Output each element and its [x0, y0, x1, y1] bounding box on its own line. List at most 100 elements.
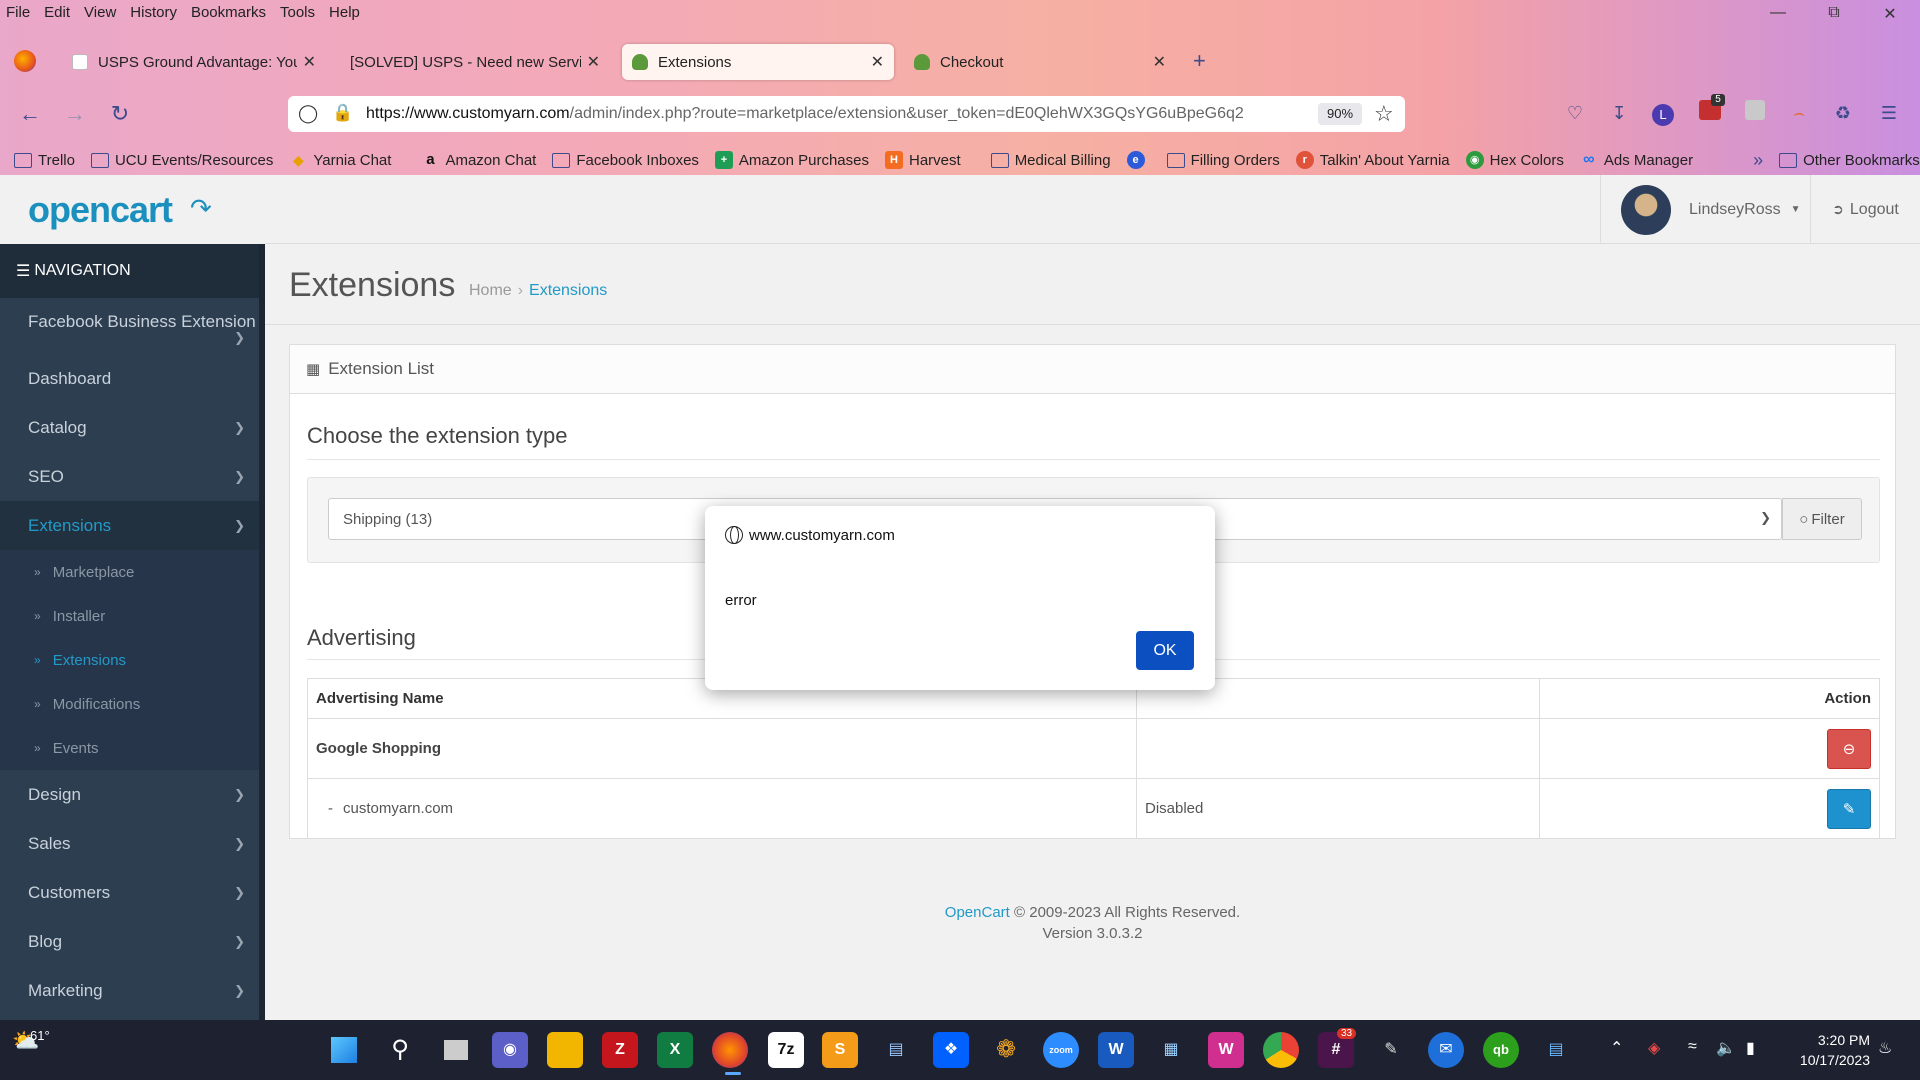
- shield-icon[interactable]: ◯: [298, 103, 318, 124]
- wamp-icon[interactable]: W: [1208, 1032, 1244, 1068]
- sidebar-item-catalog[interactable]: Catalog ❯: [0, 403, 265, 452]
- download-icon[interactable]: ↧: [1606, 100, 1632, 126]
- zoom-icon[interactable]: zoom: [1043, 1032, 1079, 1068]
- bookmark-ucu[interactable]: UCU Events/Resources: [90, 152, 273, 169]
- opencart-logo[interactable]: opencart ↷: [0, 175, 265, 244]
- url-text[interactable]: https://www.customyarn.com/admin/index.p…: [366, 105, 1306, 123]
- sidebar-sub-extensions[interactable]: » Extensions: [0, 638, 265, 682]
- clock[interactable]: 3:20 PM 10/17/2023: [1770, 1030, 1870, 1070]
- speaker-icon[interactable]: 🔈: [1716, 1038, 1736, 1058]
- sidebar-item-dashboard[interactable]: Dashboard: [0, 354, 265, 403]
- wifi-icon[interactable]: ≈: [1688, 1038, 1697, 1056]
- extension-gray-icon[interactable]: [1742, 100, 1768, 126]
- sidebar-sub-marketplace[interactable]: » Marketplace: [0, 550, 265, 594]
- notepad-icon[interactable]: ▦: [1153, 1032, 1189, 1068]
- close-tab-icon[interactable]: ✕: [303, 52, 316, 72]
- file-explorer-icon[interactable]: [547, 1032, 583, 1068]
- task-view-icon[interactable]: [438, 1032, 474, 1068]
- close-tab-icon[interactable]: ✕: [871, 52, 884, 72]
- chrome-icon[interactable]: [1263, 1032, 1299, 1068]
- close-tab-icon[interactable]: ✕: [587, 52, 600, 72]
- hamburger-menu-icon[interactable]: ☰: [1876, 100, 1902, 126]
- tab-extensions[interactable]: Extensions ✕: [622, 44, 894, 80]
- menu-bookmarks[interactable]: Bookmarks: [191, 4, 266, 21]
- menu-tools[interactable]: Tools: [280, 4, 315, 21]
- forward-icon[interactable]: →: [61, 100, 89, 128]
- sidebar-item-blog[interactable]: Blog ❯: [0, 917, 265, 966]
- back-icon[interactable]: ←: [16, 100, 44, 128]
- pocket-icon[interactable]: ♡: [1562, 100, 1588, 126]
- teams-chat-icon[interactable]: ◉: [492, 1032, 528, 1068]
- restore-icon[interactable]: ⧉: [1824, 4, 1844, 22]
- tab-checkout[interactable]: Checkout ✕: [904, 44, 1176, 80]
- bookmark-facebook-inboxes[interactable]: Facebook Inboxes: [552, 152, 699, 169]
- minimize-icon[interactable]: —: [1768, 4, 1788, 22]
- tab-usps[interactable]: USPS Ground Advantage: You are ✕: [62, 44, 326, 80]
- menu-help[interactable]: Help: [329, 4, 360, 21]
- alert-tray-icon[interactable]: ◈: [1648, 1038, 1660, 1058]
- excel-icon[interactable]: X: [657, 1032, 693, 1068]
- sidebar-item-design[interactable]: Design ❯: [0, 770, 265, 819]
- bookmark-trello[interactable]: Trello: [14, 152, 75, 169]
- bookmark-hex-colors[interactable]: ◉ Hex Colors: [1465, 151, 1564, 169]
- ok-button[interactable]: OK: [1136, 631, 1194, 670]
- sidebar-item-marketing[interactable]: Marketing ❯: [0, 966, 265, 1015]
- bookmark-talkin-yarnia[interactable]: r Talkin' About Yarnia: [1295, 151, 1450, 169]
- bookmark-yarnia-chat[interactable]: ◆ Yarnia Chat: [289, 151, 392, 169]
- star-bookmark-icon[interactable]: ☆: [1374, 101, 1394, 127]
- edit-button[interactable]: ✎: [1827, 788, 1871, 829]
- dropbox-icon[interactable]: ❖: [933, 1032, 969, 1068]
- lock-icon[interactable]: 🔒: [332, 103, 353, 123]
- paint-icon[interactable]: ✎: [1373, 1032, 1409, 1068]
- sidebar-item-seo[interactable]: SEO ❯: [0, 452, 265, 501]
- new-tab-icon[interactable]: +: [1193, 48, 1206, 74]
- bookmark-harvest[interactable]: H Harvest: [885, 151, 961, 169]
- close-window-icon[interactable]: ✕: [1880, 4, 1900, 24]
- start-icon[interactable]: [326, 1032, 362, 1068]
- footer-link[interactable]: OpenCart: [945, 904, 1010, 921]
- filezilla-icon[interactable]: Z: [602, 1032, 638, 1068]
- extension-rainbow-icon[interactable]: ⌢: [1786, 100, 1812, 126]
- extension-red-icon[interactable]: 5: [1697, 94, 1725, 126]
- tab-solved[interactable]: [SOLVED] USPS - Need new Service ✕: [340, 44, 610, 80]
- zoom-level[interactable]: 90%: [1318, 103, 1362, 125]
- filter-button[interactable]: ○ Filter: [1782, 498, 1862, 540]
- firefox-icon[interactable]: [14, 50, 36, 72]
- scanner-icon[interactable]: ▤: [878, 1032, 914, 1068]
- thunderbird-icon[interactable]: ✉: [1428, 1032, 1464, 1068]
- bookmark-amazon-purchases[interactable]: + Amazon Purchases: [714, 151, 869, 169]
- sidebar-sub-modifications[interactable]: » Modifications: [0, 682, 265, 726]
- breadcrumb-extensions[interactable]: Extensions: [529, 282, 607, 299]
- sidebar-sub-installer[interactable]: » Installer: [0, 594, 265, 638]
- url-bar[interactable]: ◯ 🔒 https://www.customyarn.com/admin/ind…: [288, 96, 1405, 132]
- bookmark-amazon-chat[interactable]: a Amazon Chat: [421, 151, 536, 169]
- sidebar-item-facebook[interactable]: Facebook Business Extension ❯: [0, 298, 265, 354]
- bookmark-ads-manager[interactable]: ∞ Ads Manager: [1580, 151, 1693, 169]
- logout-link[interactable]: ➲ Logout: [1810, 175, 1920, 244]
- menu-history[interactable]: History: [130, 4, 177, 21]
- firefox-taskbar-icon[interactable]: [712, 1032, 748, 1068]
- profile-avatar[interactable]: L: [1652, 104, 1674, 126]
- sidebar-heading[interactable]: ☰ NAVIGATION: [0, 244, 265, 298]
- menu-edit[interactable]: Edit: [44, 4, 70, 21]
- more-bookmarks-icon[interactable]: »: [1753, 150, 1763, 171]
- sidebar-item-sales[interactable]: Sales ❯: [0, 819, 265, 868]
- paw-icon[interactable]: ❁: [988, 1032, 1024, 1068]
- sublime-icon[interactable]: S: [822, 1032, 858, 1068]
- word-icon[interactable]: W: [1098, 1032, 1134, 1068]
- extensions-puzzle-icon[interactable]: ♻: [1830, 100, 1856, 126]
- sidebar-sub-events[interactable]: » Events: [0, 726, 265, 770]
- reload-icon[interactable]: ↻: [106, 100, 134, 128]
- quickbooks-icon[interactable]: qb: [1483, 1032, 1519, 1068]
- bookmark-filling-orders[interactable]: Filling Orders: [1166, 152, 1280, 169]
- notes-icon[interactable]: ▤: [1538, 1032, 1574, 1068]
- menu-view[interactable]: View: [84, 4, 116, 21]
- sidebar-item-extensions[interactable]: Extensions ❯: [0, 501, 265, 550]
- bookmark-other[interactable]: Other Bookmarks: [1779, 152, 1920, 169]
- search-icon[interactable]: ⚲: [382, 1032, 418, 1068]
- sidebar-item-customers[interactable]: Customers ❯: [0, 868, 265, 917]
- battery-icon[interactable]: ▮: [1746, 1038, 1755, 1058]
- weather-widget[interactable]: ⛅ 61°: [12, 1028, 50, 1054]
- close-tab-icon[interactable]: ✕: [1153, 52, 1166, 72]
- bookmark-medical-billing[interactable]: Medical Billing: [990, 152, 1111, 169]
